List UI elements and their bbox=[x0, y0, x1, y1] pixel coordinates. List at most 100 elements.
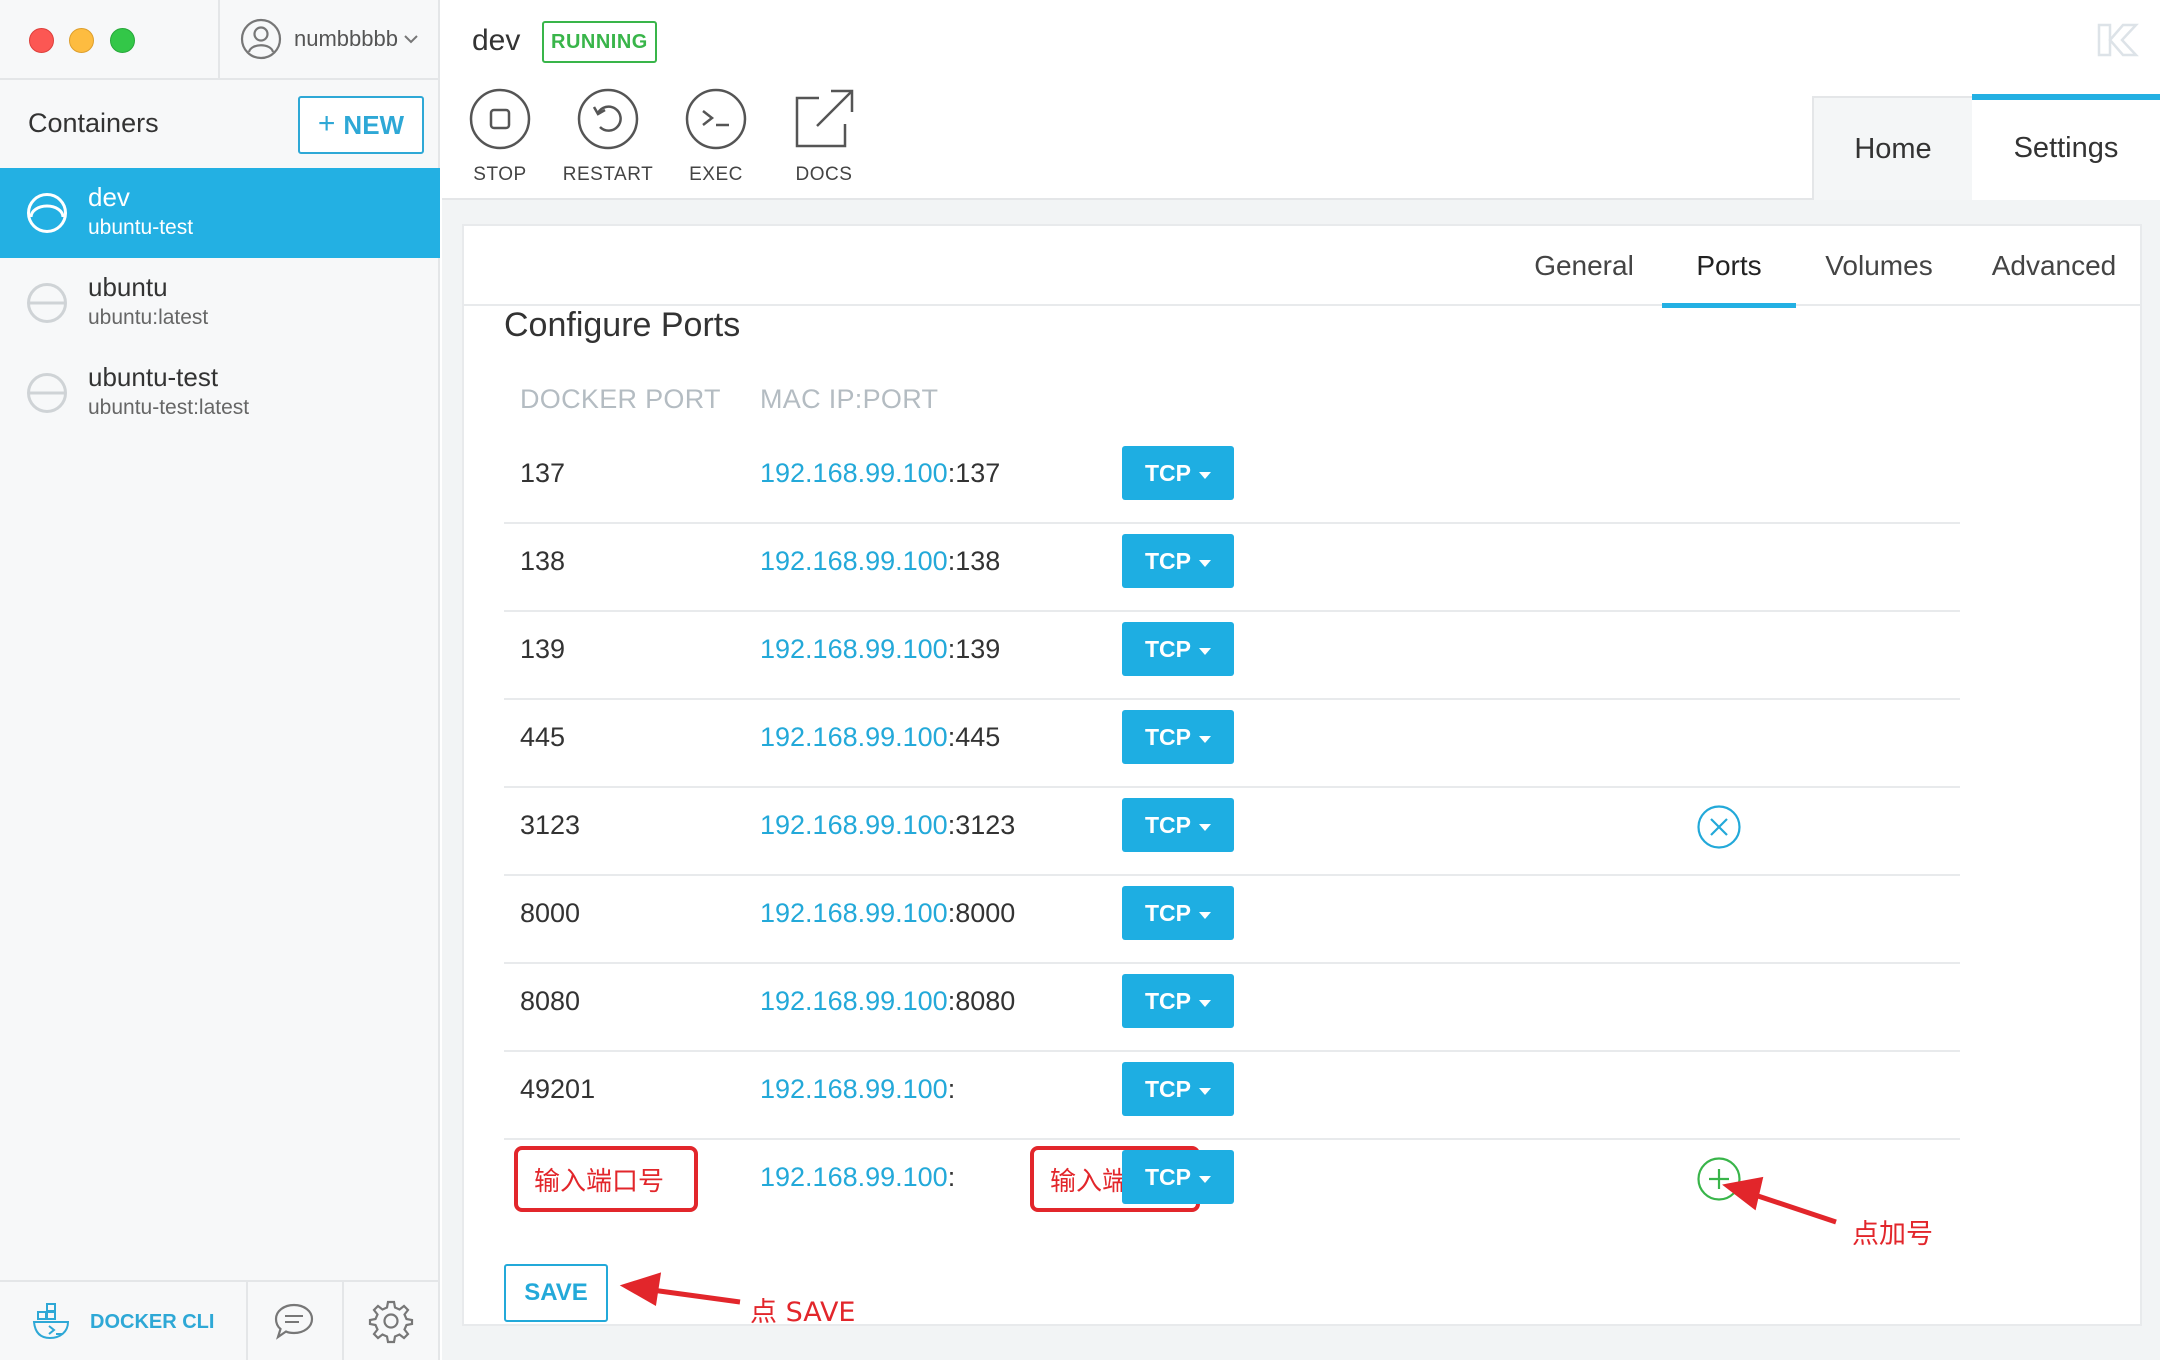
chevron-down-icon[interactable] bbox=[402, 30, 420, 48]
protocol-dropdown[interactable]: TCP bbox=[1122, 710, 1234, 764]
stop-button[interactable]: STOP bbox=[450, 88, 550, 186]
port-row: 138 192.168.99.100:138 TCP bbox=[504, 524, 1960, 612]
container-image: ubuntu-test bbox=[88, 216, 194, 239]
caret-down-icon bbox=[1199, 559, 1211, 567]
footer-divider bbox=[342, 1282, 344, 1360]
column-header-docker-port: DOCKER PORT bbox=[520, 384, 721, 414]
subtab-volumes[interactable]: Volumes bbox=[1804, 226, 1954, 306]
mac-ip[interactable]: 192.168.99.100 bbox=[760, 546, 948, 576]
mac-port: :3123 bbox=[947, 810, 1016, 840]
mac-ip-port[interactable]: 192.168.99.100:137 bbox=[760, 458, 1000, 489]
protocol-label: TCP bbox=[1145, 723, 1191, 750]
port-row: 8080 192.168.99.100:8080 TCP bbox=[504, 964, 1960, 1052]
mac-ip[interactable]: 192.168.99.100 bbox=[760, 458, 948, 488]
new-docker-port-input[interactable]: 输入端口号 bbox=[514, 1146, 698, 1212]
docs-button[interactable]: DOCS bbox=[774, 88, 874, 186]
maximize-window-button[interactable] bbox=[110, 28, 135, 53]
containers-header: Containers bbox=[28, 108, 159, 138]
container-item-ubuntu[interactable]: ubuntu ubuntu:latest bbox=[0, 258, 440, 348]
new-port-row: 输入端口号 192.168.99.100: 输入端口号 TCP bbox=[504, 1140, 1960, 1228]
restart-icon bbox=[577, 88, 639, 150]
mac-ip-port[interactable]: 192.168.99.100:8000 bbox=[760, 898, 1015, 929]
protocol-label: TCP bbox=[1145, 1075, 1191, 1102]
mac-port: : bbox=[947, 1074, 956, 1104]
docker-port: 139 bbox=[520, 634, 566, 664]
protocol-dropdown[interactable]: TCP bbox=[1122, 1150, 1234, 1204]
protocol-dropdown[interactable]: TCP bbox=[1122, 534, 1234, 588]
container-running-icon bbox=[27, 193, 67, 233]
port-row: 8000 192.168.99.100:8000 TCP bbox=[504, 876, 1960, 964]
subtab-ports[interactable]: Ports bbox=[1662, 226, 1796, 308]
port-row: 49201 192.168.99.100: TCP bbox=[504, 1052, 1960, 1140]
terminal-icon bbox=[685, 88, 747, 150]
port-row: 445 192.168.99.100:445 TCP bbox=[504, 700, 1960, 788]
minimize-window-button[interactable] bbox=[69, 28, 94, 53]
container-item-dev[interactable]: dev ubuntu-test bbox=[0, 168, 440, 258]
new-mac-ip: 192.168.99.100: bbox=[760, 1162, 955, 1193]
docker-port: 138 bbox=[520, 546, 566, 576]
kitematic-logo-icon bbox=[2097, 23, 2139, 57]
docker-port: 8000 bbox=[520, 898, 581, 928]
chat-icon[interactable] bbox=[272, 1300, 316, 1344]
docker-cli-button[interactable]: DOCKER CLI bbox=[32, 1300, 214, 1344]
docker-port: 3123 bbox=[520, 810, 581, 840]
protocol-dropdown[interactable]: TCP bbox=[1122, 886, 1234, 940]
save-button[interactable]: SAVE bbox=[504, 1264, 608, 1322]
mac-ip[interactable]: 192.168.99.100 bbox=[760, 810, 948, 840]
container-stopped-icon bbox=[27, 283, 67, 323]
mac-port-separator: : bbox=[947, 1162, 956, 1192]
mac-ip[interactable]: 192.168.99.100 bbox=[760, 898, 948, 928]
protocol-dropdown[interactable]: TCP bbox=[1122, 798, 1234, 852]
port-row: 137 192.168.99.100:137 TCP bbox=[504, 436, 1960, 524]
subtab-advanced[interactable]: Advanced bbox=[1974, 226, 2134, 306]
user-avatar-icon[interactable] bbox=[240, 18, 282, 60]
status-badge: RUNNING bbox=[542, 21, 657, 63]
docs-label: DOCS bbox=[795, 164, 853, 185]
protocol-label: TCP bbox=[1145, 547, 1191, 574]
mac-port: :8000 bbox=[947, 898, 1016, 928]
close-window-button[interactable] bbox=[29, 28, 54, 53]
mac-port: :445 bbox=[947, 722, 1001, 752]
tab-home[interactable]: Home bbox=[1812, 96, 1972, 200]
mac-ip-port[interactable]: 192.168.99.100: bbox=[760, 1074, 955, 1105]
mac-ip[interactable]: 192.168.99.100 bbox=[760, 722, 948, 752]
restart-button[interactable]: RESTART bbox=[558, 88, 658, 186]
mac-port: :137 bbox=[947, 458, 1001, 488]
mac-ip-port[interactable]: 192.168.99.100:3123 bbox=[760, 810, 1015, 841]
mac-ip-port[interactable]: 192.168.99.100:138 bbox=[760, 546, 1000, 577]
column-header-mac-ip-port: MAC IP:PORT bbox=[760, 384, 939, 414]
mac-ip[interactable]: 192.168.99.100 bbox=[760, 986, 948, 1016]
docker-port: 137 bbox=[520, 458, 566, 488]
mac-ip-port[interactable]: 192.168.99.100:139 bbox=[760, 634, 1000, 665]
sidebar-titlebar: numbbbbb bbox=[0, 0, 440, 80]
caret-down-icon bbox=[1199, 471, 1211, 479]
docker-port: 8080 bbox=[520, 986, 581, 1016]
protocol-dropdown[interactable]: TCP bbox=[1122, 974, 1234, 1028]
restart-label: RESTART bbox=[562, 164, 654, 185]
new-container-button[interactable]: + NEW bbox=[298, 96, 424, 154]
caret-down-icon bbox=[1199, 1175, 1211, 1183]
protocol-dropdown[interactable]: TCP bbox=[1122, 622, 1234, 676]
caret-down-icon bbox=[1199, 735, 1211, 743]
tab-settings[interactable]: Settings bbox=[1972, 94, 2160, 200]
caret-down-icon bbox=[1199, 823, 1211, 831]
mac-ip[interactable]: 192.168.99.100 bbox=[760, 1074, 948, 1104]
protocol-dropdown[interactable]: TCP bbox=[1122, 446, 1234, 500]
mac-ip-port[interactable]: 192.168.99.100:8080 bbox=[760, 986, 1015, 1017]
remove-port-icon[interactable] bbox=[1696, 804, 1742, 850]
caret-down-icon bbox=[1199, 1087, 1211, 1095]
plus-icon: + bbox=[317, 107, 336, 140]
port-row: 139 192.168.99.100:139 TCP bbox=[504, 612, 1960, 700]
add-port-icon[interactable] bbox=[1696, 1156, 1742, 1202]
protocol-dropdown[interactable]: TCP bbox=[1122, 1062, 1234, 1116]
mac-ip[interactable]: 192.168.99.100 bbox=[760, 634, 948, 664]
mac-ip-port[interactable]: 192.168.99.100:445 bbox=[760, 722, 1000, 753]
sidebar-footer: DOCKER CLI bbox=[0, 1280, 440, 1360]
settings-subtabs: General Ports Volumes Advanced bbox=[464, 226, 2140, 308]
container-stopped-icon bbox=[27, 373, 67, 413]
subtab-general[interactable]: General bbox=[1514, 226, 1654, 306]
username[interactable]: numbbbbb bbox=[294, 26, 398, 52]
exec-button[interactable]: EXEC bbox=[666, 88, 766, 186]
container-item-ubuntu-test[interactable]: ubuntu-test ubuntu-test:latest bbox=[0, 348, 440, 438]
gear-icon[interactable] bbox=[368, 1298, 414, 1344]
